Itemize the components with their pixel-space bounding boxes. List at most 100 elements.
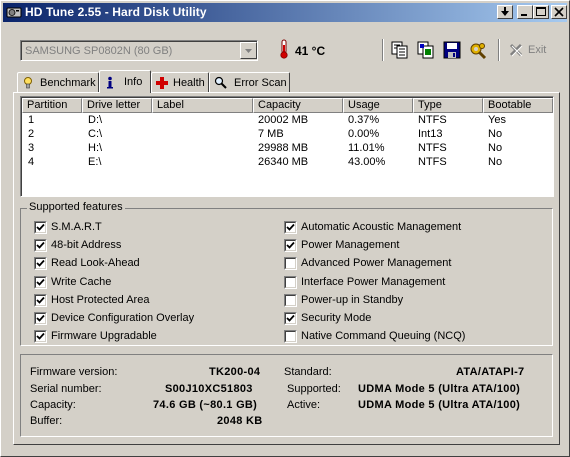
buffer-value: 2048 KB bbox=[217, 415, 263, 427]
checkmark-icon bbox=[286, 314, 295, 322]
tab-label: Error Scan bbox=[234, 77, 287, 89]
serial-value: S00J10XC51803 bbox=[165, 383, 253, 395]
group-title: Supported features bbox=[27, 201, 125, 213]
exit-button[interactable]: Exit bbox=[528, 44, 546, 56]
checkmark-icon bbox=[36, 296, 45, 304]
checkbox-box[interactable] bbox=[284, 330, 297, 343]
checkbox-box[interactable] bbox=[284, 276, 297, 289]
tab-info[interactable]: Info bbox=[99, 70, 151, 93]
cell-bootable: No bbox=[488, 142, 503, 154]
tab-label: Benchmark bbox=[40, 77, 96, 89]
toolbar-separator bbox=[382, 39, 384, 61]
table-row[interactable]: 2 C:\ 7 MB 0.00% Int13 No bbox=[22, 128, 553, 142]
drive-select[interactable]: SAMSUNG SP0802N (80 GB) bbox=[20, 40, 258, 61]
capacity-value: 74.6 GB (~80.1 GB) bbox=[153, 399, 258, 411]
table-row[interactable]: 3 H:\ 29988 MB 11.01% NTFS No bbox=[22, 142, 553, 156]
feature-label: Write Cache bbox=[51, 276, 112, 288]
cell-drive-letter: H:\ bbox=[88, 142, 103, 154]
checkbox-box[interactable] bbox=[34, 221, 47, 234]
toolbar-separator bbox=[498, 39, 500, 61]
column-header-type[interactable]: Type bbox=[413, 98, 483, 113]
column-header-partition[interactable]: Partition bbox=[22, 98, 82, 113]
close-icon bbox=[554, 7, 564, 17]
checkbox-box[interactable] bbox=[284, 294, 297, 307]
checkbox-box[interactable] bbox=[284, 312, 297, 325]
cell-capacity: 7 MB bbox=[258, 128, 284, 140]
supported-value: UDMA Mode 5 (Ultra ATA/100) bbox=[358, 383, 521, 395]
minimize-button[interactable] bbox=[517, 5, 533, 19]
checkbox-box[interactable] bbox=[34, 330, 47, 343]
feature-label: Native Command Queuing (NCQ) bbox=[301, 330, 466, 342]
checkmark-icon bbox=[36, 332, 45, 340]
checkbox-box[interactable] bbox=[284, 257, 297, 270]
checkbox-box[interactable] bbox=[284, 239, 297, 252]
cell-usage: 0.00% bbox=[348, 128, 380, 140]
standard-value: ATA/ATAPI-7 bbox=[456, 366, 525, 378]
column-header-capacity[interactable]: Capacity bbox=[253, 98, 343, 113]
cell-bootable: No bbox=[488, 156, 503, 168]
exit-x-icon bbox=[509, 43, 523, 57]
buffer-label: Buffer: bbox=[30, 415, 63, 427]
cell-capacity: 29988 MB bbox=[258, 142, 309, 154]
checkmark-icon bbox=[36, 223, 45, 231]
info-icon bbox=[107, 76, 113, 89]
close-button[interactable] bbox=[551, 5, 567, 19]
title-bar[interactable]: HD Tune 2.55 - Hard Disk Utility bbox=[3, 3, 567, 22]
tab-benchmark[interactable]: Benchmark bbox=[17, 72, 99, 92]
checkbox-box[interactable] bbox=[34, 312, 47, 325]
checkbox-box[interactable] bbox=[284, 221, 297, 234]
magnifier-icon bbox=[214, 76, 227, 89]
partition-list[interactable]: Partition Drive letter Label Capacity Us… bbox=[20, 96, 554, 197]
feature-label: Advanced Power Management bbox=[301, 257, 452, 269]
checkbox-box[interactable] bbox=[34, 276, 47, 289]
tab-health[interactable]: Health bbox=[151, 72, 209, 92]
column-header-usage[interactable]: Usage bbox=[343, 98, 413, 113]
column-header-label[interactable]: Label bbox=[152, 98, 253, 113]
checkmark-icon bbox=[36, 314, 45, 322]
table-row[interactable]: 4 E:\ 26340 MB 43.00% NTFS No bbox=[22, 156, 553, 170]
copy-text-icon[interactable] bbox=[390, 40, 410, 60]
capacity-label: Capacity: bbox=[30, 399, 76, 411]
supported-label: Supported: bbox=[287, 383, 341, 395]
table-row[interactable]: 1 D:\ 20002 MB 0.37% NTFS Yes bbox=[22, 114, 553, 128]
system-menu-button[interactable] bbox=[497, 5, 513, 19]
feature-label: Host Protected Area bbox=[51, 294, 150, 306]
cell-type: Int13 bbox=[418, 128, 443, 140]
chevron-down-icon bbox=[245, 49, 252, 53]
tab-label: Health bbox=[173, 77, 205, 89]
feature-label: Device Configuration Overlay bbox=[51, 312, 195, 324]
checkbox-box[interactable] bbox=[34, 257, 47, 270]
cell-drive-letter: D:\ bbox=[88, 114, 103, 126]
cell-type: NTFS bbox=[418, 114, 447, 126]
tab-error-scan[interactable]: Error Scan bbox=[209, 72, 290, 92]
checkbox-box[interactable] bbox=[34, 239, 47, 252]
checkmark-icon bbox=[286, 223, 295, 231]
maximize-button[interactable] bbox=[533, 5, 549, 19]
cell-type: NTFS bbox=[418, 156, 447, 168]
app-window: HD Tune 2.55 - Hard Disk Utility SAMSUNG… bbox=[0, 0, 570, 457]
standard-label: Standard: bbox=[284, 366, 332, 378]
serial-label: Serial number: bbox=[30, 383, 102, 395]
column-header-bootable[interactable]: Bootable bbox=[483, 98, 553, 113]
feature-label: Automatic Acoustic Management bbox=[301, 221, 462, 233]
firmware-label: Firmware version: bbox=[30, 366, 118, 378]
drive-select-dropdown-button[interactable] bbox=[240, 42, 257, 59]
cell-capacity: 20002 MB bbox=[258, 114, 309, 126]
temperature-readout: 41 °C bbox=[295, 44, 326, 58]
checkmark-icon bbox=[286, 241, 295, 249]
minimize-icon bbox=[521, 14, 527, 16]
feature-label: S.M.A.R.T bbox=[51, 221, 102, 233]
copy-screenshot-icon[interactable] bbox=[416, 40, 436, 60]
cell-bootable: Yes bbox=[488, 114, 506, 126]
firmware-value: TK200-04 bbox=[209, 366, 261, 378]
save-icon[interactable] bbox=[442, 40, 462, 60]
checkbox-box[interactable] bbox=[34, 294, 47, 307]
thermometer-icon bbox=[280, 39, 288, 59]
options-icon[interactable] bbox=[468, 40, 488, 60]
cell-bootable: No bbox=[488, 128, 503, 140]
cell-partition: 2 bbox=[28, 128, 35, 140]
column-header-drive-letter[interactable]: Drive letter bbox=[82, 98, 152, 113]
maximize-icon bbox=[536, 7, 546, 16]
cell-partition: 4 bbox=[28, 156, 35, 168]
feature-label: Interface Power Management bbox=[301, 276, 446, 288]
